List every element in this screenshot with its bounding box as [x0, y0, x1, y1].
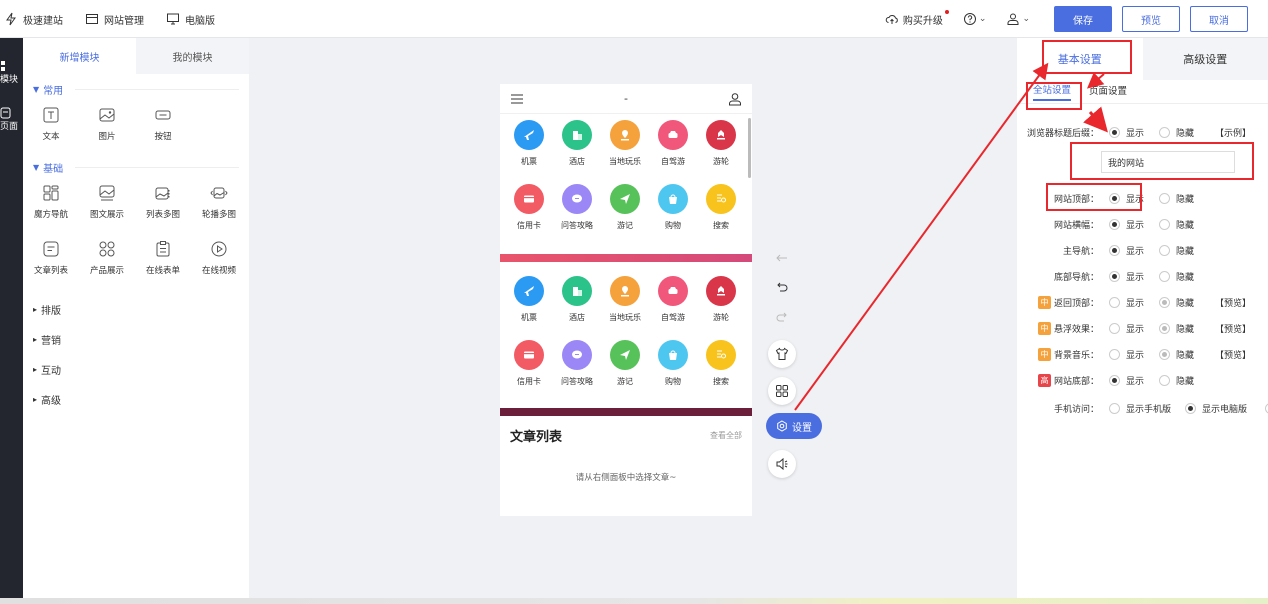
annotation-arrows — [794, 62, 1108, 411]
bottom-strip — [0, 598, 1268, 604]
